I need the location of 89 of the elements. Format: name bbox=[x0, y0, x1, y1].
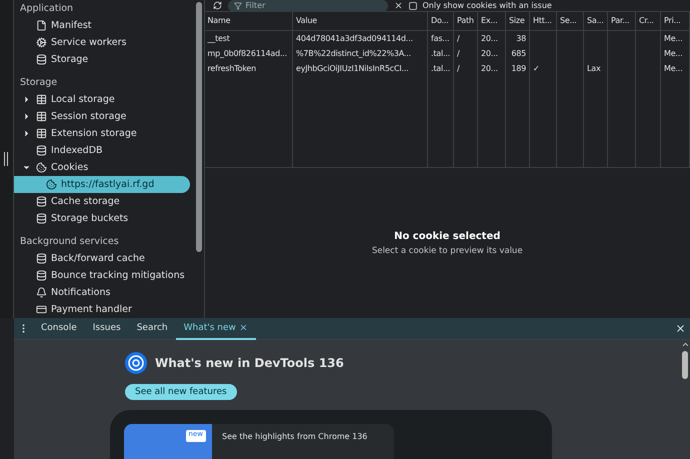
database-icon bbox=[36, 253, 47, 264]
column-header[interactable]: Se... bbox=[556, 12, 584, 30]
refresh-icon[interactable] bbox=[212, 1, 222, 10]
table-icon bbox=[36, 128, 47, 139]
column-header[interactable]: Path bbox=[454, 12, 478, 30]
table-cell: Me... bbox=[660, 30, 690, 46]
table-cell: 20... bbox=[478, 61, 506, 76]
see-features-button[interactable]: See all new features bbox=[125, 384, 237, 400]
table-cell: / bbox=[454, 46, 478, 61]
bell-icon bbox=[36, 287, 47, 298]
table-cell: Me... bbox=[660, 46, 690, 61]
table-cell: Lax bbox=[584, 61, 608, 76]
sidebar-item[interactable]: Session storage bbox=[14, 108, 190, 125]
table-cell: .tal... bbox=[428, 61, 454, 76]
database-icon bbox=[36, 145, 47, 156]
sidebar-item[interactable]: Manifest bbox=[14, 17, 190, 34]
table-cell: / bbox=[454, 61, 478, 76]
sidebar-item[interactable]: Extension storage bbox=[14, 125, 190, 142]
table-cell: ✓ bbox=[530, 61, 556, 76]
table-icon bbox=[36, 94, 47, 105]
table-cell: 685 bbox=[506, 46, 530, 61]
scroll-up-icon[interactable] bbox=[680, 340, 690, 349]
close-icon[interactable] bbox=[238, 323, 248, 332]
column-header[interactable]: Ex... bbox=[478, 12, 506, 30]
file-icon bbox=[36, 20, 47, 31]
database-icon bbox=[36, 270, 47, 281]
table-cell: 20... bbox=[478, 46, 506, 61]
drawer-tab[interactable]: Search bbox=[128, 318, 176, 340]
table-cell: 20... bbox=[478, 30, 506, 46]
card-text: See the highlights from Chrome 136 bbox=[221, 431, 368, 443]
column-header[interactable]: Size bbox=[506, 12, 530, 30]
table-cell: fas... bbox=[428, 30, 454, 46]
empty-title: No cookie selected bbox=[394, 230, 500, 242]
empty-subtitle: Select a cookie to preview its value bbox=[372, 246, 523, 256]
column-header[interactable]: Cr... bbox=[636, 12, 660, 30]
checkbox-label: Only show cookies with an issue bbox=[422, 1, 552, 10]
filter-field[interactable]: Filter bbox=[228, 0, 388, 12]
drawer-tab[interactable]: What's new bbox=[176, 318, 256, 340]
column-header[interactable]: Do... bbox=[428, 12, 454, 30]
credit-card-icon bbox=[36, 304, 47, 315]
table-cell: Me... bbox=[660, 61, 690, 76]
sidebar-item[interactable]: Bounce tracking mitigations bbox=[14, 267, 190, 284]
sidebar-item[interactable]: Service workers bbox=[14, 34, 190, 51]
sidebar-item[interactable]: Storage bbox=[14, 51, 190, 68]
sidebar-item[interactable]: https://fastlyai.rf.gd bbox=[14, 176, 190, 193]
gears-icon bbox=[36, 37, 47, 48]
sidebar-item[interactable]: Cache storage bbox=[14, 193, 190, 210]
table-cell: eyJhbGciOiJIUzI1NiIsInR5cCI... bbox=[292, 61, 428, 76]
sidebar-item[interactable]: Payment handler bbox=[14, 301, 190, 318]
drawer-tab[interactable]: Issues bbox=[84, 318, 129, 340]
column-header[interactable]: Par... bbox=[608, 12, 636, 30]
filter-icon bbox=[234, 2, 242, 10]
table-cell: 189 bbox=[506, 61, 530, 76]
table-cell: 38 bbox=[506, 30, 530, 46]
section-title: Application bbox=[18, 2, 74, 16]
table-cell: mp_0b0f826114ad... bbox=[204, 46, 292, 61]
checkbox[interactable] bbox=[408, 2, 416, 10]
clear-icon[interactable] bbox=[394, 1, 402, 10]
table-cell: / bbox=[454, 30, 478, 46]
column-header[interactable]: Sa... bbox=[584, 12, 608, 30]
database-icon bbox=[36, 54, 47, 65]
column-header[interactable]: Value bbox=[292, 12, 428, 30]
table-cell: .tal... bbox=[428, 46, 454, 61]
section-title: Storage bbox=[18, 76, 58, 90]
sidebar-item[interactable]: Back/forward cache bbox=[14, 250, 190, 267]
sidebar-item[interactable]: Cookies bbox=[14, 159, 190, 176]
column-header[interactable]: Name bbox=[204, 12, 292, 30]
column-header[interactable]: Htt... bbox=[530, 12, 556, 30]
sidebar-item[interactable]: Storage buckets bbox=[14, 210, 190, 227]
chrome-logo-icon bbox=[125, 352, 147, 374]
table-cell: %7B%22distinct_id%22%3A... bbox=[292, 46, 428, 61]
table-cell: __test bbox=[204, 30, 292, 46]
drawer-tab[interactable]: Console bbox=[33, 318, 85, 340]
sidebar-item[interactable]: Notifications bbox=[14, 284, 190, 301]
database-icon bbox=[36, 196, 47, 207]
table-cell: refreshToken bbox=[204, 61, 292, 76]
cookie-icon bbox=[46, 179, 57, 190]
drawer-heading: What's new in DevTools 136 bbox=[155, 356, 344, 370]
cookie-icon bbox=[36, 162, 47, 173]
column-header[interactable]: Pri... bbox=[660, 12, 690, 30]
resize-handle-icon[interactable] bbox=[4, 152, 8, 166]
sidebar-item[interactable]: Local storage bbox=[14, 91, 190, 108]
table-cell: 404d78041a3df3ad094114d... bbox=[292, 30, 428, 46]
table-icon bbox=[36, 111, 47, 122]
section-title: Background services bbox=[18, 235, 120, 249]
sidebar-item[interactable]: IndexedDB bbox=[14, 142, 190, 159]
close-icon[interactable] bbox=[675, 323, 686, 334]
database-icon bbox=[36, 213, 47, 224]
expand-arrow-icon[interactable] bbox=[22, 163, 31, 172]
